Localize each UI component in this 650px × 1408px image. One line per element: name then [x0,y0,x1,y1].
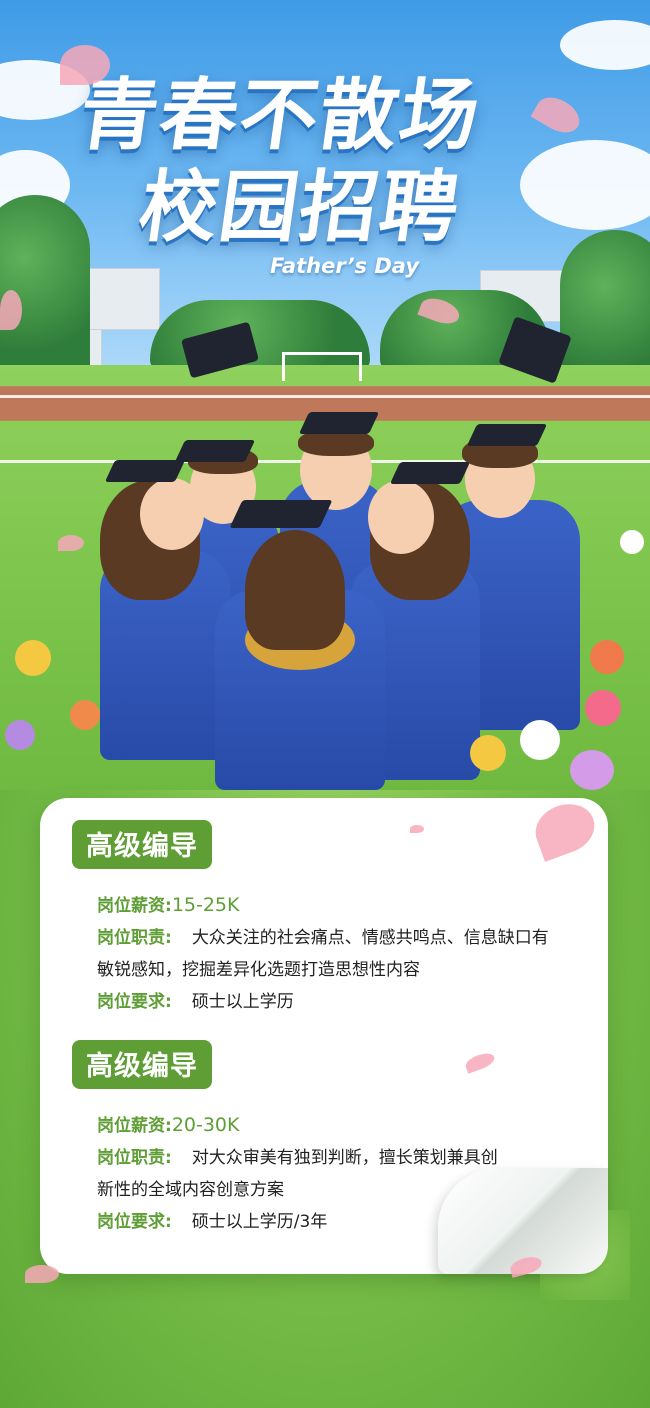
salary-value: 15-25K [171,894,240,916]
duty-text-line-2: 敏锐感知，挖掘差异化选题打造思想性内容 [97,960,420,980]
flower [570,750,614,790]
flower [15,640,51,676]
recruitment-poster: 青春不散场 校园招聘 Father’s Day 高级编导 岗位薪资:15-25K… [0,0,650,1408]
job-title: 高级编导 [72,820,212,869]
requirement-row: 岗位要求: 硕士以上学历/3年 [97,1206,592,1238]
salary-label: 岗位薪资: [97,896,172,916]
requirement-label: 岗位要求: [97,1212,172,1232]
flower [590,640,624,674]
flower [70,700,100,730]
duty-text-line-1: 大众关注的社会痛点、情感共鸣点、信息缺口有 [191,928,549,948]
duty-row-cont: 敏锐感知，挖掘差异化选题打造思想性内容 [97,954,592,986]
duty-row: 岗位职责: 大众关注的社会痛点、情感共鸣点、信息缺口有 [97,922,592,954]
requirement-row: 岗位要求: 硕士以上学历 [97,986,592,1018]
flower [520,720,560,760]
duty-row-cont: 新性的全域内容创意方案 [97,1174,592,1206]
duty-text-line-1: 对大众审美有独到判断，擅长策划兼具创 [191,1148,498,1168]
salary-row: 岗位薪资:15-25K [97,889,592,922]
petal [25,1265,59,1283]
salary-label: 岗位薪资: [97,1116,172,1136]
requirement-value: 硕士以上学历 [191,992,294,1012]
flower [470,735,506,771]
salary-row: 岗位薪资:20-30K [97,1109,592,1142]
flower [5,720,35,750]
duty-label: 岗位职责: [97,1148,172,1168]
duty-text-line-2: 新性的全域内容创意方案 [97,1180,284,1200]
flower [585,690,621,726]
requirement-label: 岗位要求: [97,992,172,1012]
petal [58,535,84,551]
job-section-1: 高级编导 岗位薪资:15-25K 岗位职责: 大众关注的社会痛点、情感共鸣点、信息… [72,820,592,1018]
flower [620,530,644,554]
requirement-value: 硕士以上学历/3年 [191,1212,328,1232]
job-title: 高级编导 [72,1040,212,1089]
salary-value: 20-30K [171,1114,240,1136]
petal [0,290,22,330]
duty-row: 岗位职责: 对大众审美有独到判断，擅长策划兼具创 [97,1142,592,1174]
job-section-2: 高级编导 岗位薪资:20-30K 岗位职责: 对大众审美有独到判断，擅长策划兼具创… [72,1040,592,1238]
duty-label: 岗位职责: [97,928,172,948]
petal [60,45,110,85]
